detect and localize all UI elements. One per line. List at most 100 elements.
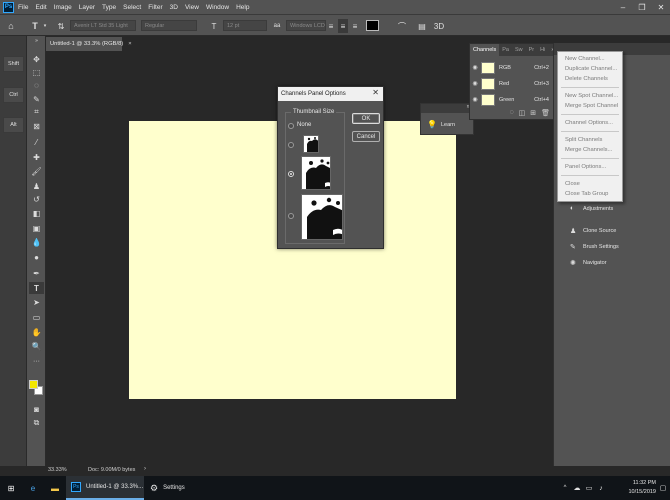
zoom-tool-icon[interactable]: 🔍: [29, 340, 44, 352]
thumbnail-medium-radio[interactable]: [288, 171, 294, 177]
chevron-down-icon[interactable]: ▾: [42, 19, 48, 33]
lasso-tool-icon[interactable]: ◌: [29, 79, 44, 91]
save-selection-icon[interactable]: ◫: [519, 109, 526, 117]
close-window-icon[interactable]: ✕: [652, 0, 670, 14]
menu-image[interactable]: Image: [54, 4, 72, 11]
thumbnail-none-radio[interactable]: [288, 123, 294, 129]
taskbar-app-photoshop[interactable]: Ps Untitled-1 @ 33.3%...: [66, 476, 144, 500]
home-icon[interactable]: ⌂: [5, 19, 17, 33]
quick-mask-icon[interactable]: ◙: [29, 403, 44, 415]
align-right-icon[interactable]: ≡: [350, 19, 360, 33]
thumbnail-small-radio[interactable]: [288, 142, 294, 148]
ctrl-button[interactable]: Ctrl: [3, 87, 24, 103]
quick-select-tool-icon[interactable]: ✎: [29, 93, 44, 105]
gradient-tool-icon[interactable]: ▣: [29, 222, 44, 234]
tab-properties[interactable]: Pr: [526, 47, 538, 53]
eyedropper-tool-icon[interactable]: ⁄: [29, 136, 44, 148]
menu-type[interactable]: Type: [102, 4, 116, 11]
screen-mode-icon[interactable]: ⧉: [29, 417, 44, 429]
healing-brush-tool-icon[interactable]: ✚: [29, 151, 44, 163]
eraser-tool-icon[interactable]: ◧: [29, 207, 44, 219]
menu-window[interactable]: Window: [206, 4, 229, 11]
crop-tool-icon[interactable]: ⌗: [29, 106, 44, 118]
channel-row-green[interactable]: ◉ Green Ctrl+4: [470, 92, 554, 107]
character-panel-icon[interactable]: ▤: [416, 19, 428, 33]
visibility-eye-icon[interactable]: ◉: [470, 64, 480, 71]
tab-paths[interactable]: Pa: [499, 47, 512, 53]
dock-item-brush-settings[interactable]: ✎ Brush Settings: [570, 243, 619, 251]
zoom-level[interactable]: 33.33%: [48, 467, 67, 473]
channel-row-red[interactable]: ◉ Red Ctrl+3: [470, 76, 554, 91]
align-left-icon[interactable]: ≡: [326, 19, 336, 33]
windows-start-icon[interactable]: ⊞: [0, 476, 22, 500]
document-tab[interactable]: Untitled-1 @ 33.3% (RGB/8) ×: [46, 37, 132, 51]
close-tab-icon[interactable]: ×: [128, 41, 131, 47]
frame-tool-icon[interactable]: ⊠: [29, 120, 44, 132]
notifications-icon[interactable]: ▢: [658, 476, 668, 500]
menu-edit[interactable]: Edit: [35, 4, 46, 11]
menu-3d[interactable]: 3D: [170, 4, 178, 11]
shift-button[interactable]: Shift: [3, 56, 24, 72]
visibility-eye-icon[interactable]: ◉: [470, 80, 480, 87]
tab-history[interactable]: Hi: [537, 47, 548, 53]
menu-item-channel-options[interactable]: Channel Options...: [565, 120, 613, 126]
more-tools-icon[interactable]: ···: [29, 355, 44, 367]
blur-tool-icon[interactable]: 💧: [29, 236, 44, 248]
menu-select[interactable]: Select: [123, 4, 141, 11]
menu-item-merge-channels[interactable]: Merge Channels...: [565, 147, 612, 153]
delete-channel-icon[interactable]: 🗑: [541, 109, 550, 117]
marquee-tool-icon[interactable]: ⬚: [29, 66, 44, 78]
status-menu-icon[interactable]: ›: [144, 466, 146, 472]
menu-layer[interactable]: Layer: [79, 4, 95, 11]
minimize-icon[interactable]: –: [614, 0, 632, 14]
ok-button[interactable]: OK: [352, 113, 380, 124]
menu-view[interactable]: View: [185, 4, 199, 11]
learn-item[interactable]: 💡 Learn: [427, 120, 455, 129]
dialog-close-icon[interactable]: ✕: [372, 88, 379, 97]
menu-item-panel-options[interactable]: Panel Options...: [565, 164, 606, 170]
font-family-field[interactable]: Avenir LT Std 35 Light: [70, 20, 136, 31]
restore-icon[interactable]: ❐: [633, 0, 651, 14]
cancel-button[interactable]: Cancel: [352, 131, 380, 142]
brush-tool-icon[interactable]: 🖌: [29, 165, 44, 177]
menu-item-close-tab-group[interactable]: Close Tab Group: [565, 191, 608, 197]
font-style-field[interactable]: Regular: [141, 20, 197, 31]
load-selection-icon[interactable]: ◌: [509, 109, 513, 116]
foreground-color-swatch[interactable]: [29, 380, 38, 389]
menu-item-duplicate-channel[interactable]: Duplicate Channel...: [565, 66, 617, 72]
align-center-icon[interactable]: ≡: [338, 19, 348, 33]
tray-expand-icon[interactable]: ^: [560, 476, 570, 500]
type-tool-preset-icon[interactable]: T: [28, 19, 42, 33]
text-orientation-icon[interactable]: ⇅: [56, 19, 66, 33]
menu-item-new-spot-channel[interactable]: New Spot Channel...: [565, 93, 618, 99]
alt-button[interactable]: Alt: [3, 117, 24, 133]
menu-filter[interactable]: Filter: [148, 4, 162, 11]
path-selection-tool-icon[interactable]: ➤: [29, 296, 44, 308]
edge-browser-icon[interactable]: e: [22, 476, 44, 500]
visibility-eye-icon[interactable]: ◉: [470, 96, 480, 103]
3d-icon[interactable]: 3D: [433, 19, 445, 33]
clone-stamp-tool-icon[interactable]: ♟: [29, 180, 44, 192]
dock-item-clone-source[interactable]: ♟ Clone Source: [570, 227, 616, 235]
type-tool-icon[interactable]: T: [29, 282, 44, 294]
menu-item-delete-channels[interactable]: Delete Channels: [565, 76, 608, 82]
dodge-tool-icon[interactable]: ●: [29, 251, 44, 263]
menu-item-merge-spot-channel[interactable]: Merge Spot Channel: [565, 103, 618, 109]
dock-item-adjustments[interactable]: ◐ Adjustments: [570, 205, 613, 212]
warp-text-icon[interactable]: ⌒: [396, 19, 408, 33]
move-tool-icon[interactable]: ✥: [29, 53, 44, 65]
volume-icon[interactable]: ♪: [596, 476, 606, 500]
pen-tool-icon[interactable]: ✒: [29, 267, 44, 279]
anti-alias-field[interactable]: Windows LCD: [286, 20, 326, 31]
menu-item-new-channel[interactable]: New Channel...: [565, 56, 605, 62]
tools-collapse-icon[interactable]: »: [29, 38, 44, 44]
menu-help[interactable]: Help: [236, 4, 249, 11]
new-channel-icon[interactable]: ⊞: [530, 109, 536, 117]
menu-item-split-channels[interactable]: Split Channels: [565, 137, 602, 143]
taskbar-app-settings[interactable]: ⚙ Settings: [146, 476, 196, 500]
menu-file[interactable]: File: [18, 4, 28, 11]
onedrive-icon[interactable]: ☁: [572, 476, 582, 500]
rectangle-tool-icon[interactable]: ▭: [29, 311, 44, 323]
tab-channels[interactable]: Channels: [470, 44, 500, 56]
network-icon[interactable]: ▭: [584, 476, 594, 500]
